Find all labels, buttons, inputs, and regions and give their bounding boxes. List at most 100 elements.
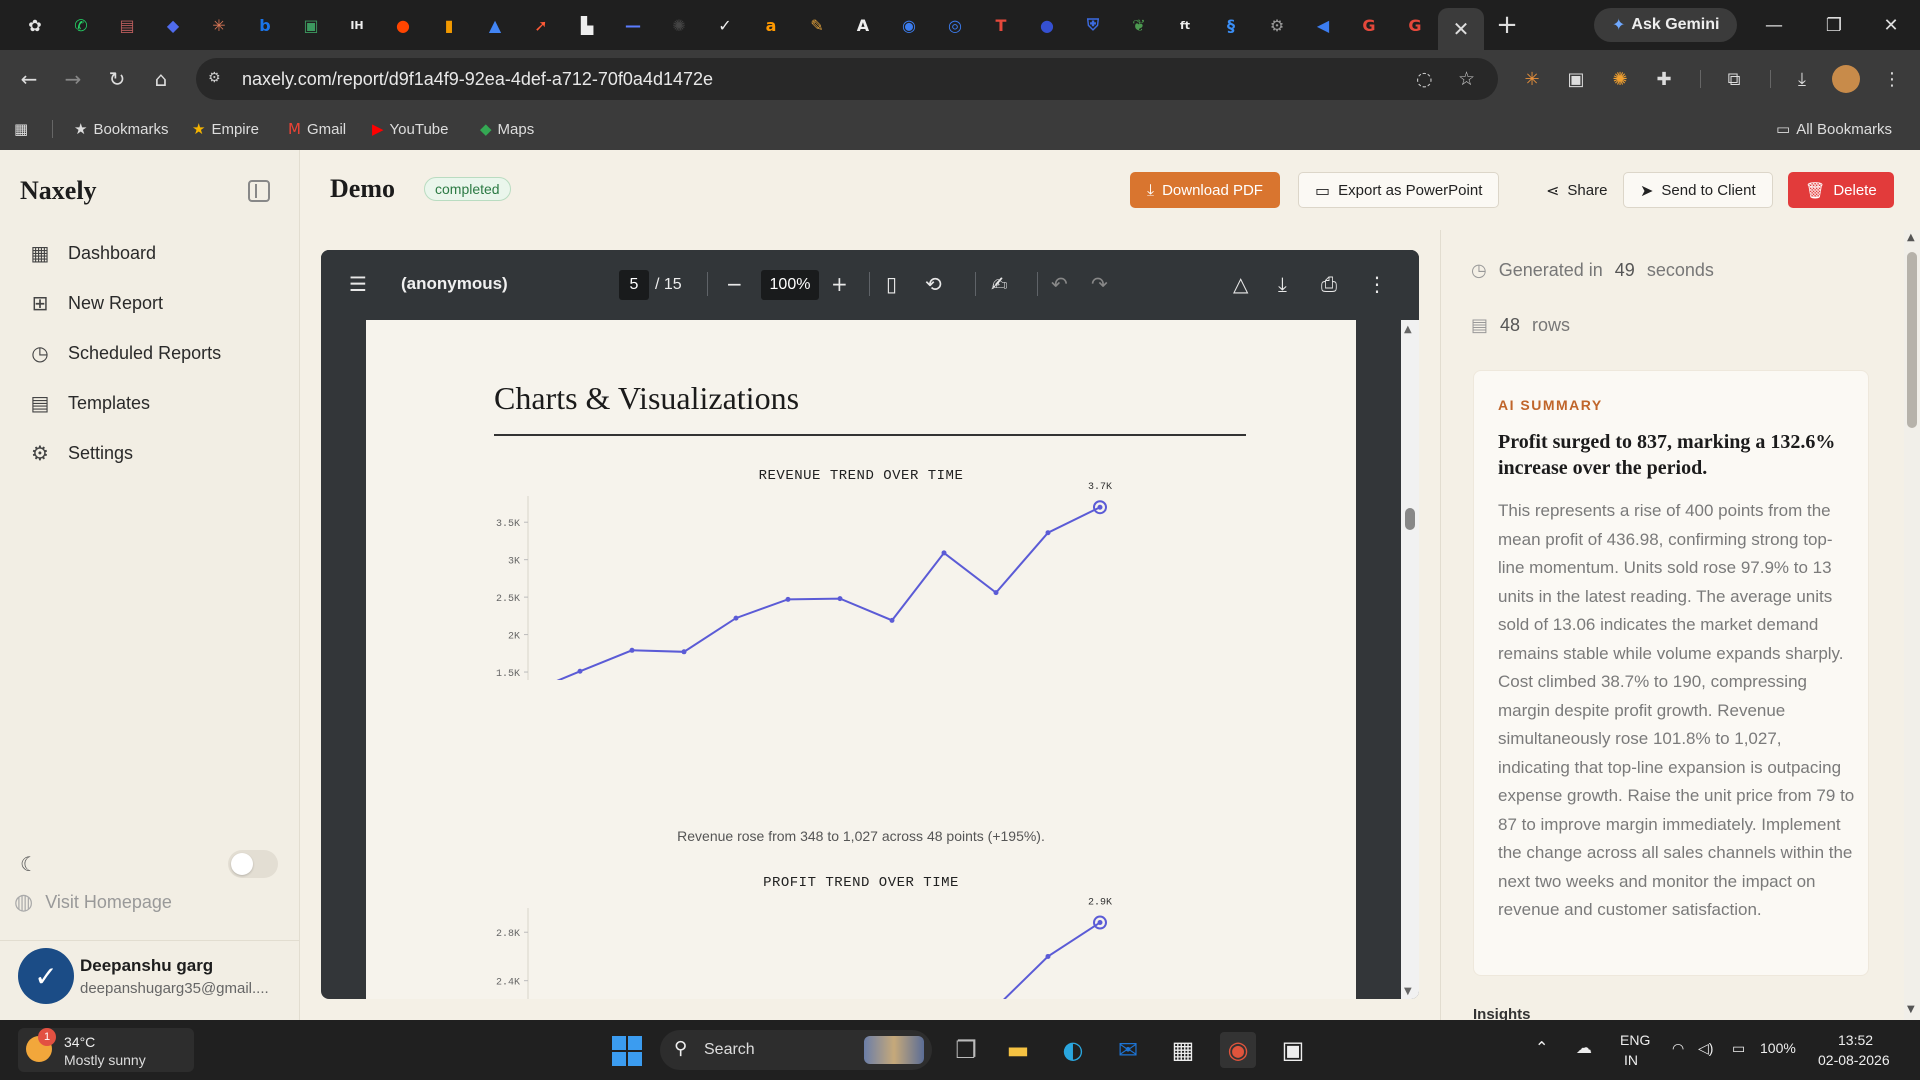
edge-icon[interactable]: ◐	[1055, 1032, 1091, 1068]
dark-mode-toggle[interactable]	[228, 850, 278, 878]
minimize-button[interactable]: —	[1745, 0, 1803, 50]
cloud-icon[interactable]: ☁	[1576, 1038, 1592, 1058]
bookmark-empire[interactable]: ★ Empire	[192, 120, 259, 138]
address-bar[interactable]: ⚙ naxely.com/report/d9f1a4f9-92ea-4def-a…	[196, 58, 1498, 100]
sun-extension-icon[interactable]: ✺	[1606, 65, 1634, 93]
pencil-icon[interactable]: ✎	[794, 0, 840, 50]
zoom-input[interactable]: 100%	[761, 270, 819, 300]
doc-icon[interactable]: ▤	[104, 0, 150, 50]
claude-extension-icon[interactable]: ✳	[1518, 65, 1546, 93]
bookmark-gmail[interactable]: M Gmail	[288, 120, 346, 138]
shield-icon[interactable]: ⛨	[1070, 0, 1116, 50]
sidebar-item-templates[interactable]: ▤ Templates	[28, 388, 151, 418]
share-button[interactable]: ⋖ Share	[1530, 172, 1623, 208]
chrome-icon[interactable]: ◉	[1220, 1032, 1256, 1068]
apps-icon[interactable]: ▦	[14, 120, 28, 138]
volume-icon[interactable]: ◁)	[1698, 1040, 1713, 1057]
openai-icon[interactable]: ✿	[12, 0, 58, 50]
sidebar-item-scheduled-reports[interactable]: ◷ Scheduled Reports	[28, 338, 221, 368]
app-icon[interactable]: ▣	[1275, 1032, 1311, 1068]
task-view-icon[interactable]: ❐	[948, 1032, 984, 1068]
whatsapp-icon[interactable]: ✆	[58, 0, 104, 50]
tab-search-icon[interactable]: ⧉	[1720, 65, 1748, 93]
ih-icon[interactable]: IH	[334, 0, 380, 50]
leaf-icon[interactable]: ❦	[1116, 0, 1162, 50]
eye-off-icon[interactable]: ◌	[1416, 68, 1433, 90]
swirl-icon[interactable]: §	[1208, 0, 1254, 50]
url-text[interactable]: naxely.com/report/d9f1a4f9-92ea-4def-a71…	[242, 69, 713, 90]
export-powerpoint-button[interactable]: ▭ Export as PowerPoint	[1298, 172, 1500, 208]
bookmark-maps[interactable]: ◆ Maps	[480, 120, 534, 138]
start-button[interactable]	[612, 1036, 642, 1066]
send-to-client-button[interactable]: ➤ Send to Client	[1623, 172, 1773, 208]
zoom-in-icon[interactable]: +	[831, 272, 848, 296]
image-icon[interactable]: ▣	[288, 0, 334, 50]
store-icon[interactable]: ▦	[1165, 1032, 1201, 1068]
page-scrollbar[interactable]: ▲ ▼	[1904, 230, 1920, 1020]
ask-gemini-button[interactable]: ✦ Ask Gemini	[1594, 8, 1738, 42]
t-icon[interactable]: T	[978, 0, 1024, 50]
drive-icon[interactable]: △	[1233, 272, 1248, 296]
brand-logo[interactable]: Naxely	[20, 176, 97, 206]
bird-icon[interactable]: ◆	[150, 0, 196, 50]
zoom-out-icon[interactable]: −	[726, 272, 743, 296]
grammarly-icon[interactable]: G	[1392, 0, 1438, 50]
dash-icon[interactable]: —	[610, 0, 656, 50]
annotate-icon[interactable]: ✍	[991, 272, 1008, 296]
pdf-scrollbar[interactable]: ▲ ▼	[1401, 320, 1419, 999]
restore-button[interactable]: ❐	[1805, 0, 1863, 50]
close-window-button[interactable]: ✕	[1862, 0, 1920, 50]
clock-time[interactable]: 13:52	[1838, 1032, 1873, 1048]
extension-icon[interactable]: ▣	[1562, 65, 1590, 93]
download-icon[interactable]: ⤓	[1788, 65, 1816, 93]
page-number-input[interactable]: 5	[619, 270, 649, 300]
close-icon[interactable]: ✕	[1453, 17, 1470, 42]
active-tab-close-button[interactable]: ✕	[1438, 8, 1484, 50]
bookmark-youtube[interactable]: ▶ YouTube	[372, 120, 449, 138]
eye-icon[interactable]: ◎	[932, 0, 978, 50]
rotate-icon[interactable]: ⟲	[925, 272, 942, 296]
bookmark-bookmarks[interactable]: ★ Bookmarks	[74, 120, 168, 138]
rocket-icon[interactable]: ➚	[518, 0, 564, 50]
letter-a-icon[interactable]: A	[840, 0, 886, 50]
menu-icon[interactable]: ⋮	[1878, 65, 1906, 93]
gear-icon[interactable]: ⚙	[1254, 0, 1300, 50]
all-bookmarks[interactable]: ▭ All Bookmarks	[1776, 120, 1892, 138]
check-icon[interactable]: ✓	[702, 0, 748, 50]
dots-icon[interactable]: ◀	[1300, 0, 1346, 50]
sidebar-item-dashboard[interactable]: ▦ Dashboard	[28, 238, 157, 268]
site-settings-icon[interactable]: ⚙	[208, 69, 228, 89]
wifi-icon[interactable]: ◠	[1672, 1040, 1684, 1057]
circle-icon[interactable]: ●	[1024, 0, 1070, 50]
bing-icon[interactable]: b	[242, 0, 288, 50]
avatar[interactable]: ✓	[18, 948, 74, 1004]
pdf-download-icon[interactable]: ⤓	[1278, 272, 1287, 296]
forward-icon[interactable]: →	[58, 64, 88, 94]
fit-page-icon[interactable]: ▯	[886, 272, 897, 296]
home-icon[interactable]: ⌂	[146, 64, 176, 94]
chevron-up-icon[interactable]: ⌃	[1535, 1038, 1548, 1058]
download-pdf-button[interactable]: ⤓ Download PDF	[1130, 172, 1280, 208]
taskbar-search[interactable]: ⚲ Search	[660, 1030, 932, 1070]
print-icon[interactable]: ⎙	[1321, 272, 1337, 296]
chart-icon[interactable]: ▲	[472, 0, 518, 50]
back-icon[interactable]: ←	[14, 64, 44, 94]
outlook-icon[interactable]: ✉	[1110, 1032, 1146, 1068]
reload-icon[interactable]: ↻	[102, 64, 132, 94]
radio-icon[interactable]: ◉	[886, 0, 932, 50]
delete-button[interactable]: 🗑 Delete	[1788, 172, 1894, 208]
undo-icon[interactable]: ↶	[1051, 272, 1068, 296]
more-options-icon[interactable]: ⋮	[1367, 272, 1387, 296]
amazon-icon[interactable]: a	[748, 0, 794, 50]
grammarly-icon[interactable]: G	[1346, 0, 1392, 50]
battery-icon[interactable]: ▭	[1732, 1040, 1745, 1057]
reddit-icon[interactable]: ●	[380, 0, 426, 50]
ft-icon[interactable]: ft	[1162, 0, 1208, 50]
redo-icon[interactable]: ↷	[1091, 272, 1108, 296]
claude-icon[interactable]: ✳	[196, 0, 242, 50]
ai-icon[interactable]: ✺	[656, 0, 702, 50]
sidebar-item-new-report[interactable]: ⊞ New Report	[28, 288, 163, 318]
new-tab-button[interactable]: +	[1484, 0, 1530, 50]
bookmark-star-icon[interactable]: ☆	[1458, 68, 1475, 90]
file-explorer-icon[interactable]: ▬	[1000, 1032, 1036, 1068]
